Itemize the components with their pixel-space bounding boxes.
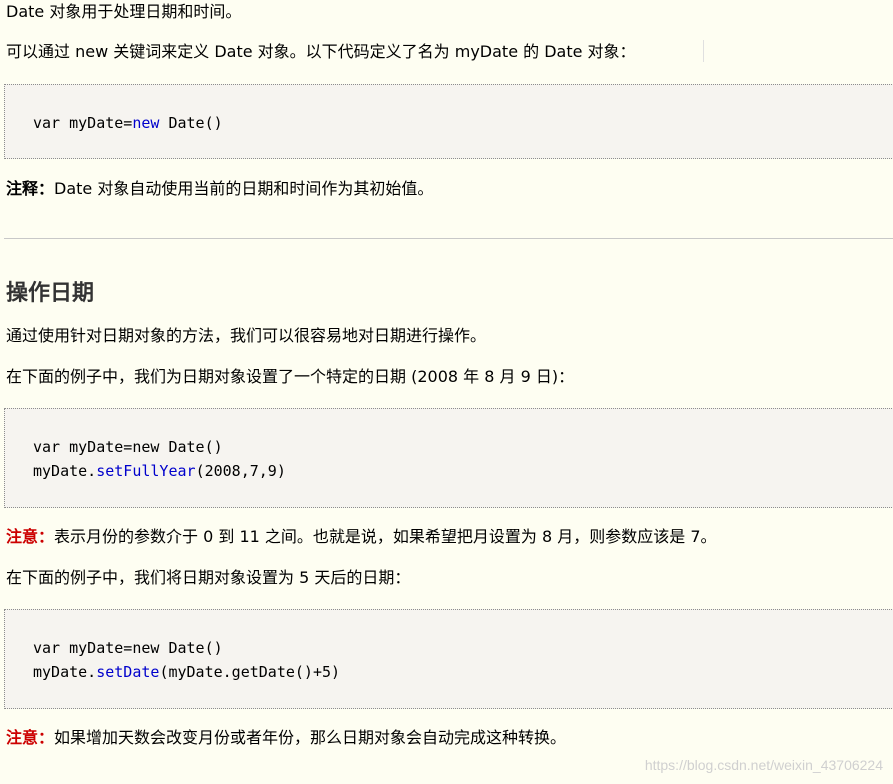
note-text: 表示月份的参数介于 0 到 11 之间。也就是说，如果希望把月设置为 8 月，则… <box>54 527 717 546</box>
section-divider <box>4 238 893 239</box>
intro-paragraph: Date 对象用于处理日期和时间。 <box>6 2 242 21</box>
note-paragraph-2: 注意：表示月份的参数介于 0 到 11 之间。也就是说，如果希望把月设置为 8 … <box>6 527 717 547</box>
code-text: Date() <box>159 114 223 132</box>
code-text: myDate. <box>33 663 97 681</box>
note-label: 注意： <box>6 728 55 747</box>
code-text: (2008,7,9) <box>195 462 286 480</box>
code-text: var myDate= <box>33 114 133 132</box>
code-method: setDate <box>96 663 160 681</box>
document-page: Date 对象用于处理日期和时间。 可以通过 new 关键词来定义 Date 对… <box>0 0 893 784</box>
code-text: myDate. <box>33 462 97 480</box>
code-line: var myDate=new Date() <box>33 639 223 657</box>
code-block-3: var myDate=new Date() myDate.setDate(myD… <box>4 609 893 709</box>
note-paragraph-1: 注释：Date 对象自动使用当前的日期和时间作为其初始值。 <box>6 179 433 199</box>
section-heading: 操作日期 <box>6 281 95 306</box>
code-block-2: var myDate=new Date() myDate.setFullYear… <box>4 408 893 508</box>
methods-paragraph: 通过使用针对日期对象的方法，我们可以很容易地对日期进行操作。 <box>6 326 487 345</box>
text-cursor <box>703 40 704 62</box>
code-line: myDate.setFullYear(2008,7,9) <box>33 459 286 483</box>
note-text: 如果增加天数会改变月份或者年份，那么日期对象会自动完成这种转换。 <box>54 728 567 747</box>
note-text: Date 对象自动使用当前的日期和时间作为其初始值。 <box>54 179 434 198</box>
example-intro-paragraph-2: 在下面的例子中，我们将日期对象设置为 5 天后的日期： <box>6 568 411 587</box>
code-method: setFullYear <box>96 462 196 480</box>
code-line: var myDate=new Date() <box>33 111 223 135</box>
watermark-url: https://blog.csdn.net/weixin_43706224 <box>644 757 883 773</box>
note-label: 注释： <box>6 179 55 198</box>
note-label: 注意： <box>6 527 55 546</box>
code-text: (myDate.getDate()+5) <box>159 663 341 681</box>
code-line: var myDate=new Date() <box>33 438 223 456</box>
code-line: myDate.setDate(myDate.getDate()+5) <box>33 660 340 684</box>
definition-paragraph: 可以通过 new 关键词来定义 Date 对象。以下代码定义了名为 myDate… <box>6 42 636 61</box>
example-intro-paragraph-1: 在下面的例子中，我们为日期对象设置了一个特定的日期 (2008 年 8 月 9 … <box>6 367 575 386</box>
note-paragraph-3: 注意：如果增加天数会改变月份或者年份，那么日期对象会自动完成这种转换。 <box>6 728 566 748</box>
code-keyword: new <box>132 114 160 132</box>
code-block-1: var myDate=new Date() <box>4 84 893 159</box>
